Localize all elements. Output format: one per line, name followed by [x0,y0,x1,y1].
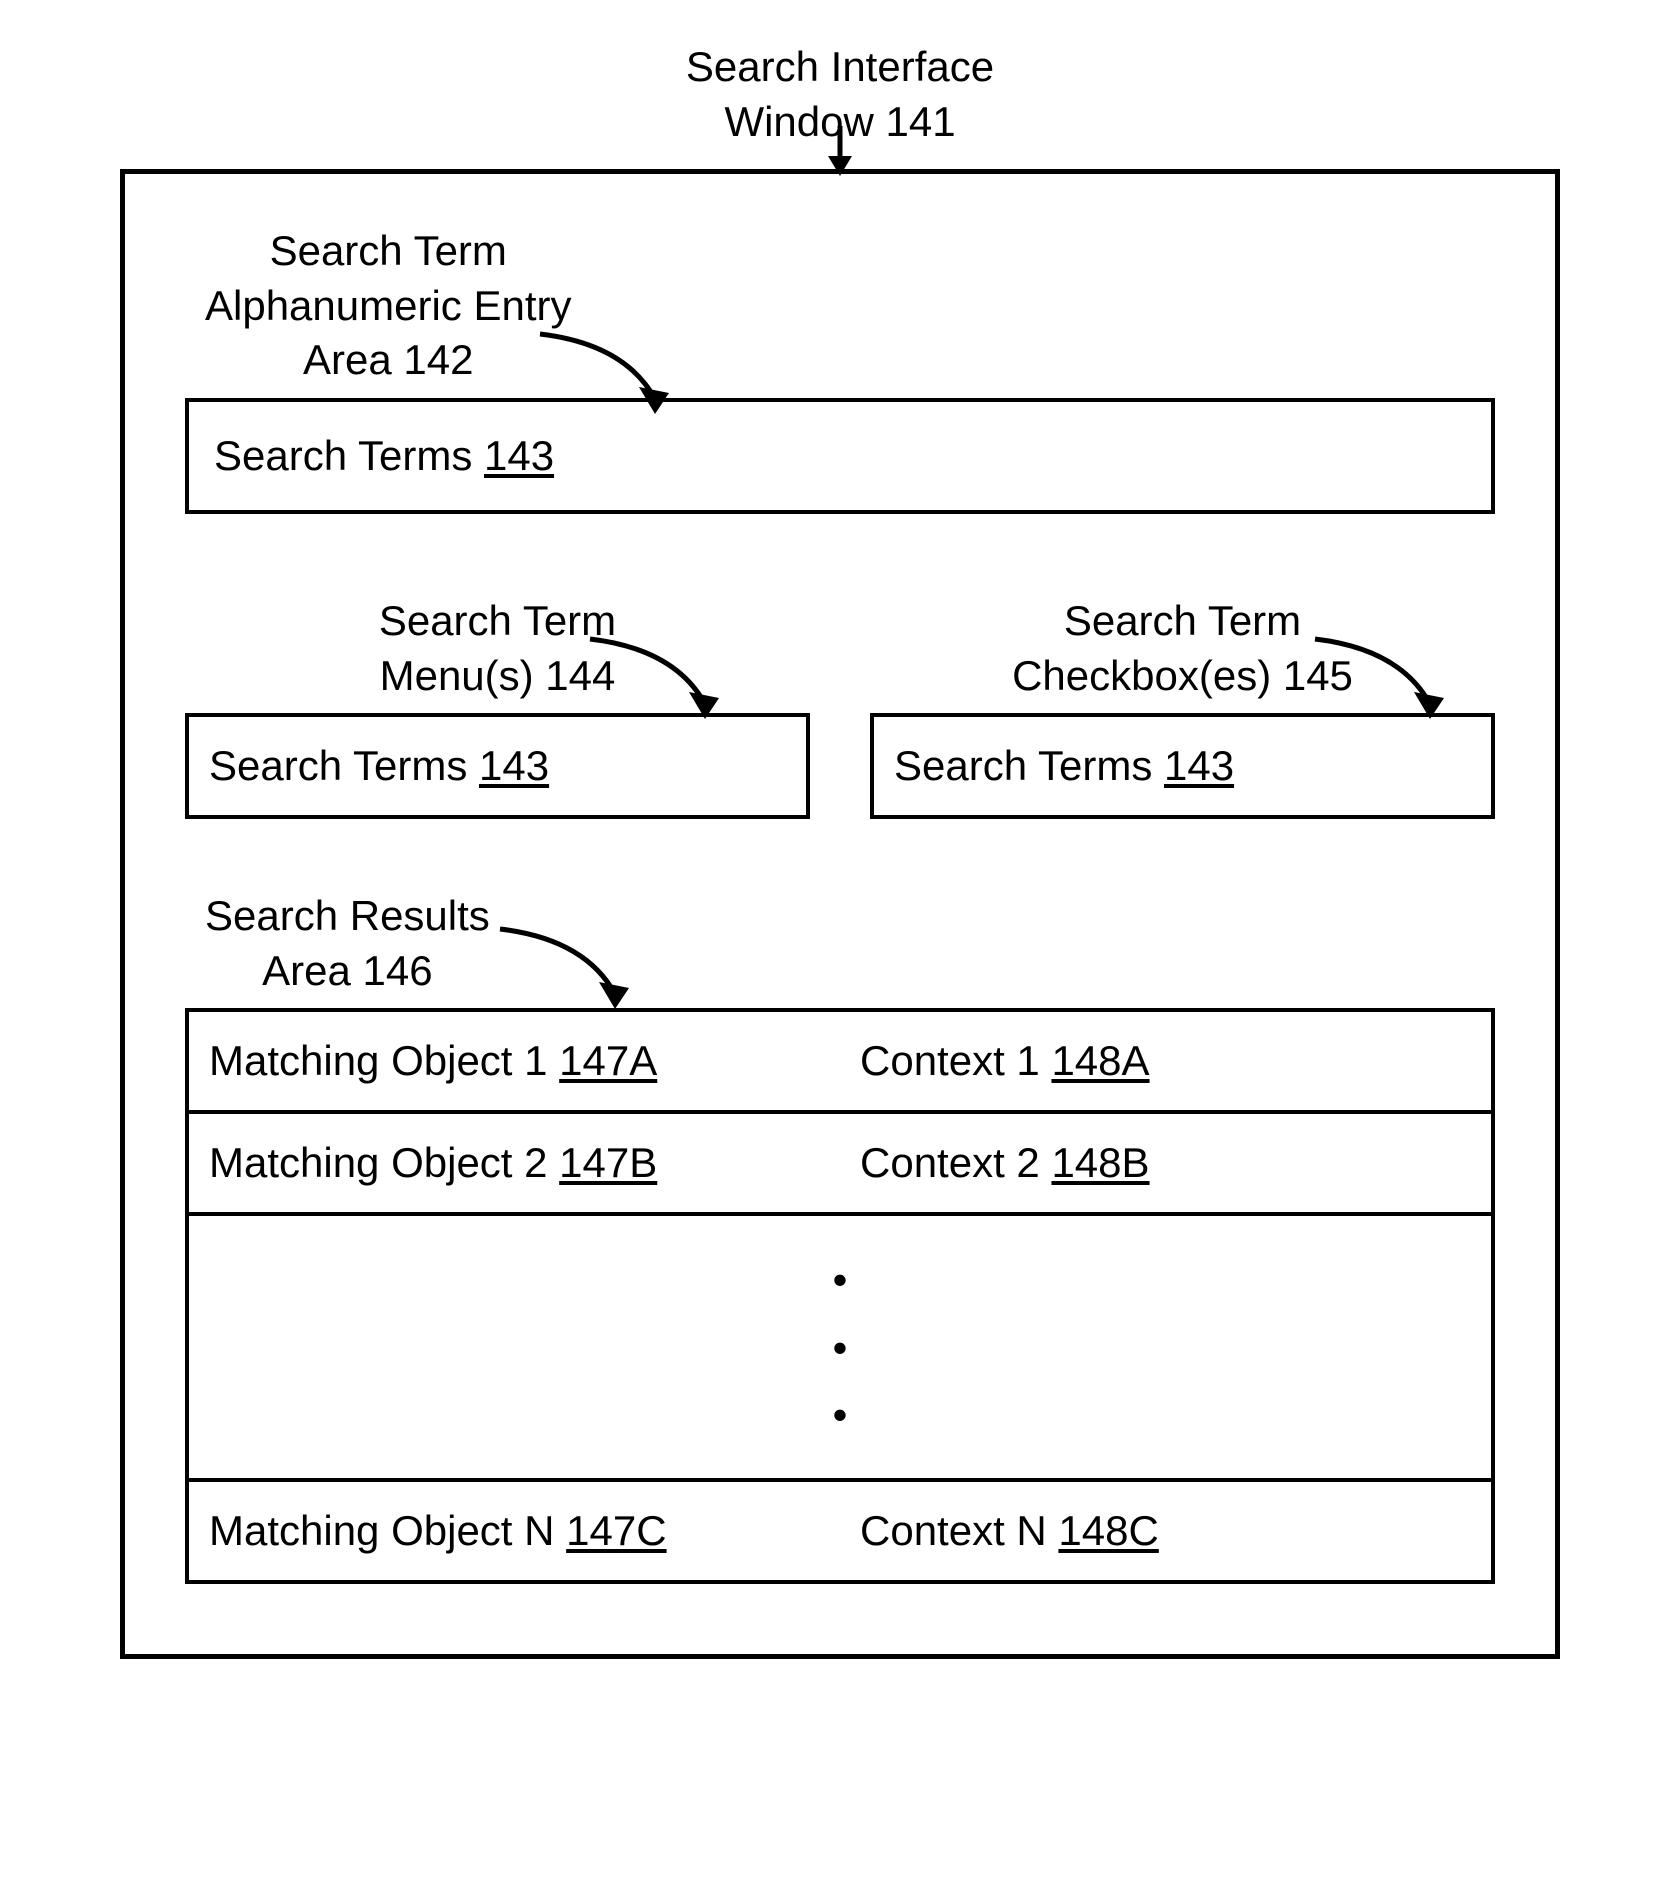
context-cell: Context 1 148A [840,1012,1491,1110]
matching-object-cell: Matching Object 1 147A [189,1012,840,1110]
entry-area-label: Search Term Alphanumeric Entry Area 142 [205,224,572,388]
matching-object-cell: Matching Object 2 147B [189,1114,840,1212]
results-row[interactable]: Matching Object 1 147A Context 1 148A [189,1012,1491,1114]
results-row[interactable]: Matching Object 2 147B Context 2 148B [189,1114,1491,1216]
ellipsis-row: ••• [189,1216,1491,1482]
arrow-down-icon [820,126,860,176]
search-term-entry-area[interactable]: Search Terms 143 [185,398,1495,514]
matching-object-cell: Matching Object N 147C [189,1482,840,1580]
menus-label: Search Term Menu(s) 144 [379,594,616,703]
context-cell: Context 2 148B [840,1114,1491,1212]
search-results-area: Matching Object 1 147A Context 1 148A Ma… [185,1008,1495,1584]
results-row[interactable]: Matching Object N 147C Context N 148C [189,1482,1491,1580]
menus-text: Search Terms 143 [209,742,549,789]
checkboxes-text: Search Terms 143 [894,742,1234,789]
arrow-curve-icon [585,634,745,734]
checkboxes-label: Search Term Checkbox(es) 145 [1012,594,1353,703]
arrow-curve-icon [535,329,695,429]
context-cell: Context N 148C [840,1482,1491,1580]
entry-area-text: Search Terms 143 [214,432,554,479]
search-interface-window: Search Term Alphanumeric Entry Area 142 … [120,169,1560,1659]
arrow-curve-icon [1310,634,1470,734]
results-area-label: Search Results Area 146 [205,889,490,998]
arrow-curve-icon [495,924,655,1024]
